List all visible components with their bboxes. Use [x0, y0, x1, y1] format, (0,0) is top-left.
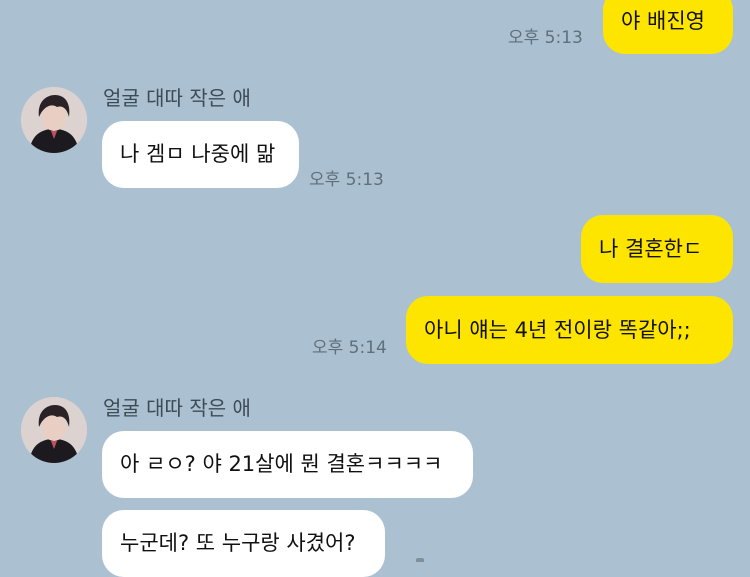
scroll-indicator: [416, 558, 424, 562]
profile-photo-icon: [21, 87, 87, 153]
message-time: 오후 5:14: [312, 338, 387, 358]
sender-name: 얼굴 대따 작은 애: [103, 86, 251, 110]
my-message-bubble[interactable]: 아니 얘는 4년 전이랑 똑같아;;: [406, 296, 733, 364]
chat-room: 오후 5:13 야 배진영 얼굴 대따 작은 애 나 겜ㅁ 나중에 맒 오후 5…: [0, 0, 750, 577]
sender-avatar[interactable]: [21, 87, 87, 153]
profile-photo-icon: [21, 397, 87, 463]
their-message-bubble[interactable]: 아 ㄹㅇ? 야 21살에 뭔 결혼ㅋㅋㅋㅋ: [102, 431, 473, 498]
sender-avatar[interactable]: [21, 397, 87, 463]
their-message-bubble[interactable]: 나 겜ㅁ 나중에 맒: [102, 121, 299, 188]
message-time: 오후 5:13: [508, 28, 583, 48]
my-message-bubble[interactable]: 나 결혼한ㄷ: [581, 215, 733, 283]
my-message-bubble[interactable]: 야 배진영: [603, 0, 733, 54]
sender-name: 얼굴 대따 작은 애: [103, 396, 251, 420]
their-message-bubble[interactable]: 누군데? 또 누구랑 사겼어?: [102, 510, 385, 577]
message-time: 오후 5:13: [309, 170, 384, 190]
